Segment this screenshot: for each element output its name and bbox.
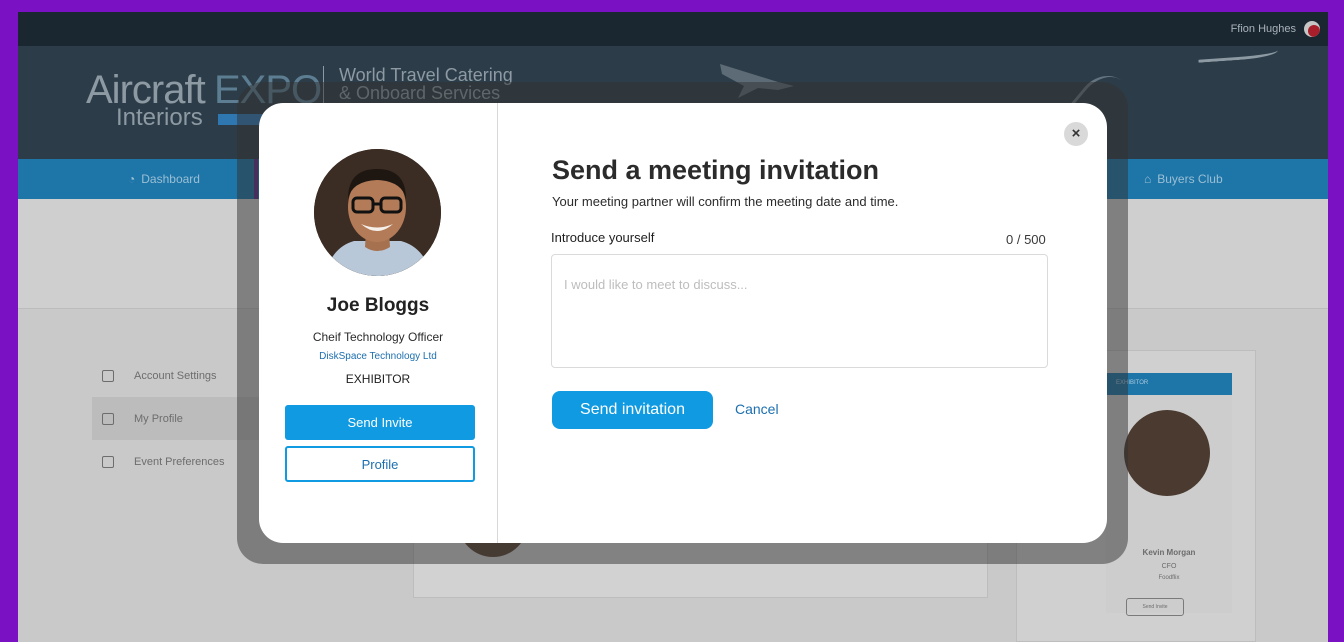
profile-button[interactable]: Profile <box>285 446 475 482</box>
avatar <box>314 149 441 276</box>
buyers-club-icon: ⌂ <box>1144 172 1152 186</box>
modal-subtitle: Your meeting partner will confirm the me… <box>552 194 899 209</box>
modal-title: Send a meeting invitation <box>552 155 880 185</box>
dashboard-icon: ◔ <box>128 172 136 186</box>
person-company-link[interactable]: DiskSpace Technology Ltd <box>259 351 497 362</box>
logo-interiors-text: Interiors <box>116 104 203 131</box>
sidebar-item-label: My Profile <box>134 412 183 425</box>
close-icon[interactable]: × <box>1064 122 1088 146</box>
cancel-button[interactable]: Cancel <box>735 401 779 417</box>
pane-divider <box>497 103 498 543</box>
person-type-badge: EXHIBITOR <box>345 372 411 386</box>
exhibitor-card-company: Foodflix <box>1158 575 1180 581</box>
user-name: Ffion Hughes <box>1230 23 1296 35</box>
top-bar: Ffion Hughes <box>18 12 1328 46</box>
exhibitor-card-photo <box>1124 410 1210 496</box>
nav-buyers-club[interactable]: ⌂ Buyers Club <box>1144 172 1223 186</box>
introduce-yourself-input[interactable] <box>551 254 1048 368</box>
user-avatar-icon <box>1304 21 1320 37</box>
banner-swoosh <box>1197 46 1279 63</box>
send-invitation-button[interactable]: Send invitation <box>552 391 713 429</box>
sidebar-item-label: Event Preferences <box>134 455 225 468</box>
exhibitor-card-send-invite-button[interactable]: Send Invite <box>1126 598 1184 616</box>
nav-buyers-club-label: Buyers Club <box>1157 172 1223 186</box>
send-invite-button[interactable]: Send Invite <box>285 405 475 440</box>
person-name: Joe Bloggs <box>326 295 430 316</box>
user-settings-icon <box>102 369 114 382</box>
exhibitor-card-role: CFO <box>1161 563 1177 570</box>
person-job-title: Cheif Technology Officer <box>312 330 444 344</box>
intro-label: Introduce yourself <box>551 230 655 245</box>
preferences-icon <box>102 455 114 468</box>
nav-dashboard-label: Dashboard <box>141 172 200 186</box>
character-counter: 0 / 500 <box>1006 232 1046 247</box>
person-summary: Joe Bloggs Cheif Technology Officer Disk… <box>259 103 497 543</box>
sidebar-item-label: Account Settings <box>134 369 217 382</box>
nav-dashboard[interactable]: ◔ Dashboard <box>128 172 200 186</box>
person-photo <box>314 149 441 276</box>
user-menu[interactable]: Ffion Hughes <box>1231 21 1320 37</box>
id-card-icon <box>102 412 114 425</box>
meeting-invitation-modal: Joe Bloggs Cheif Technology Officer Disk… <box>259 103 1107 543</box>
